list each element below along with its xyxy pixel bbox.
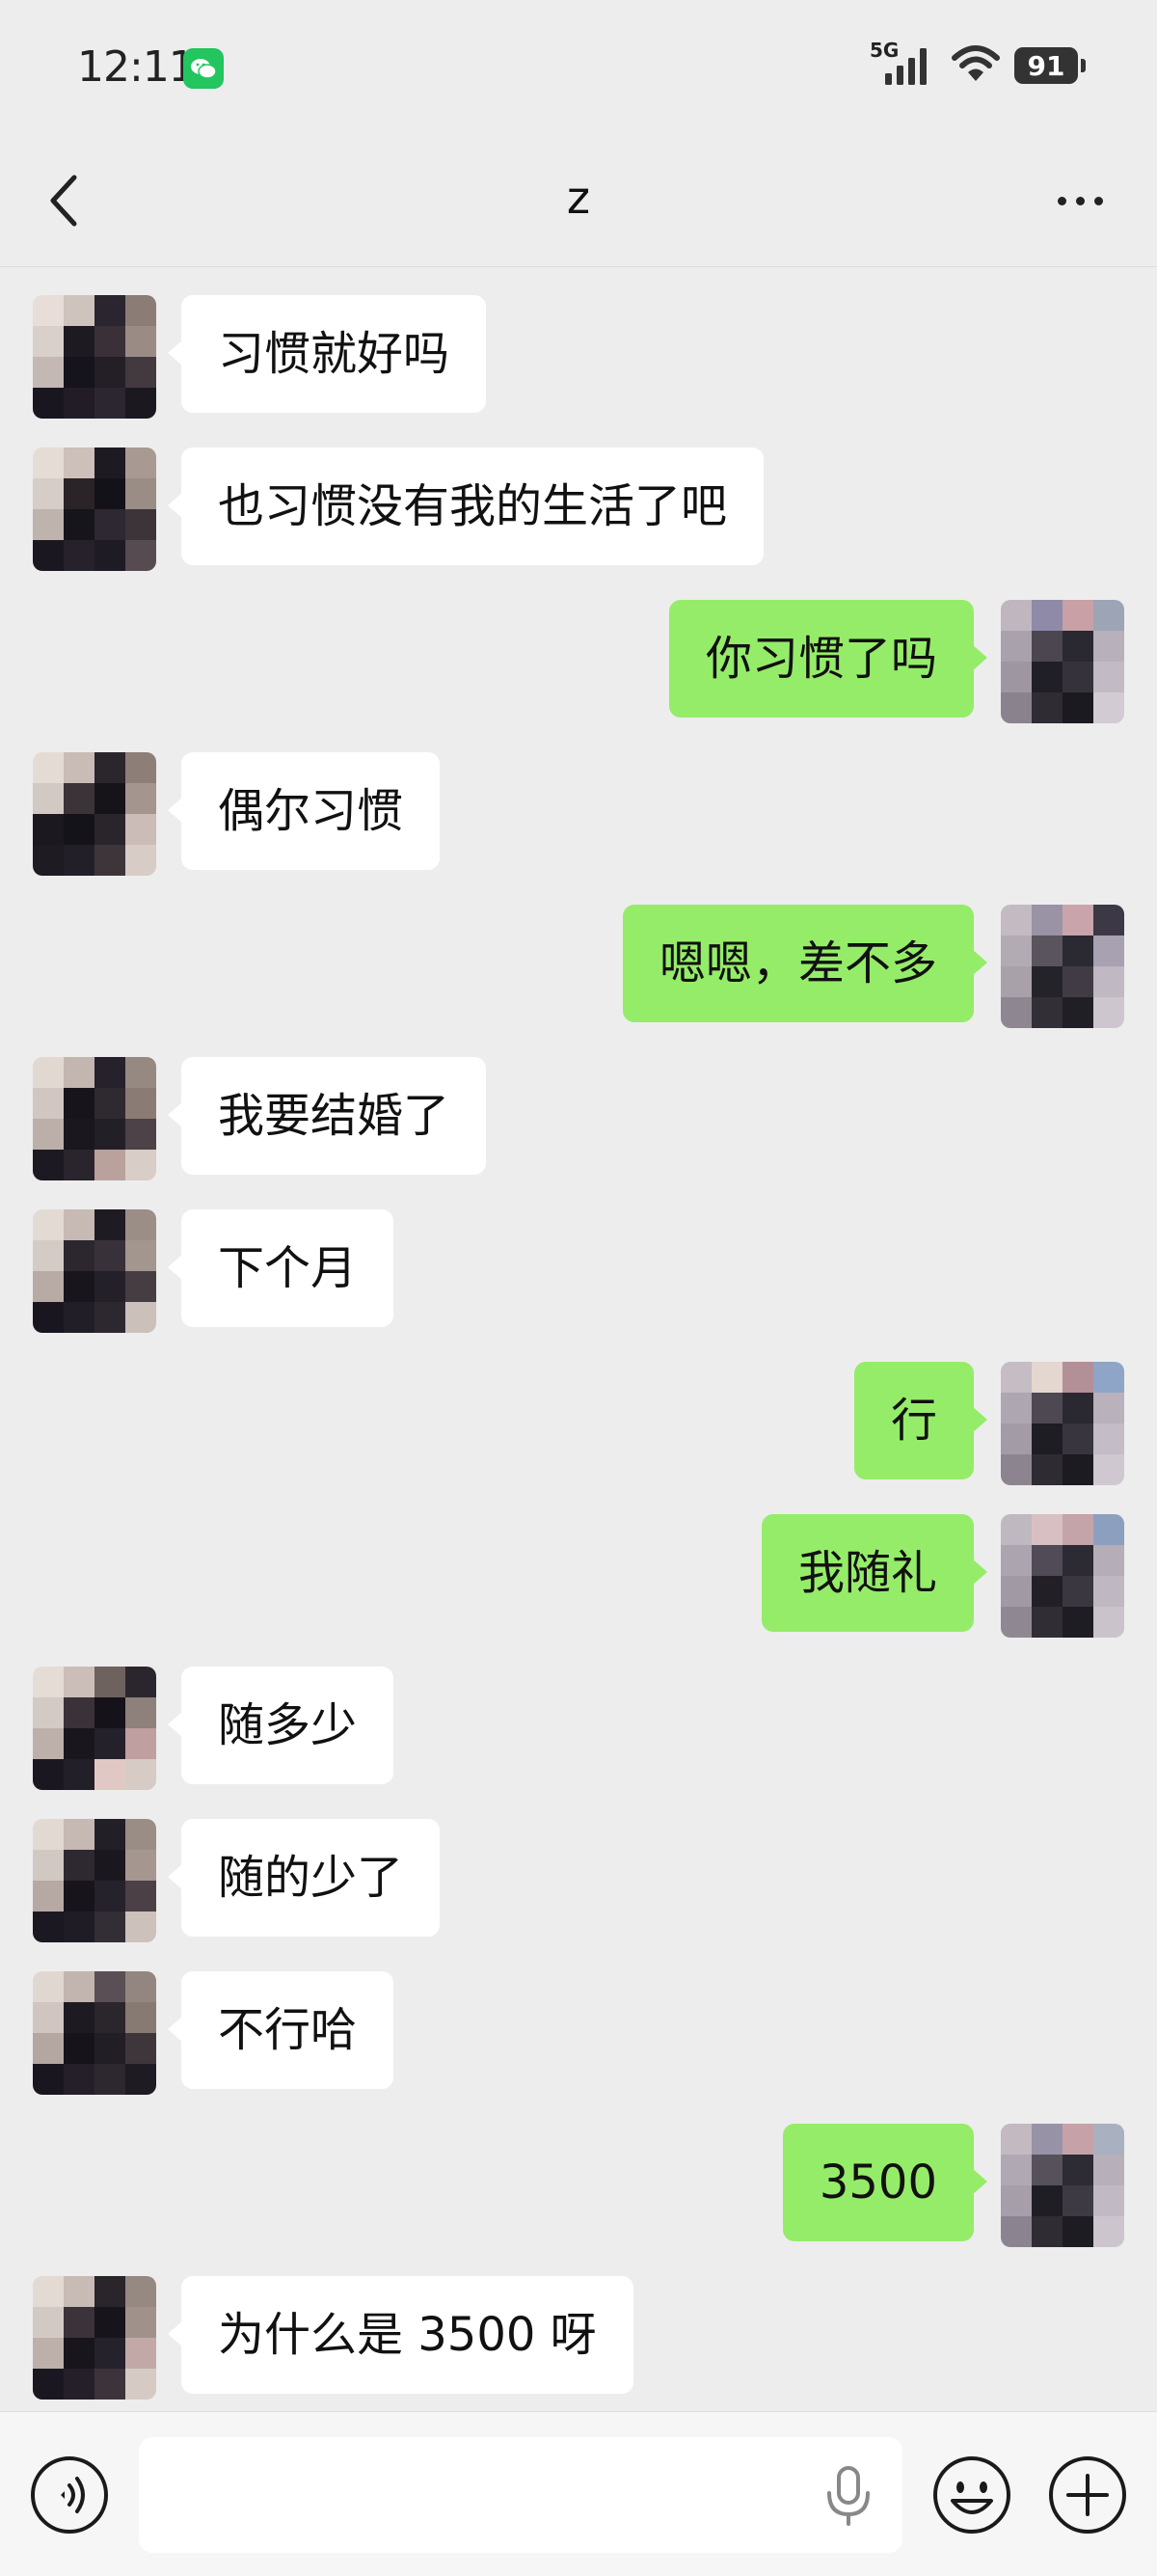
- contact-avatar[interactable]: [33, 1209, 156, 1333]
- plus-icon: [1049, 2456, 1126, 2534]
- message-row: 3500: [0, 2124, 1157, 2249]
- status-bar: 12:11 5G 91: [0, 0, 1157, 135]
- wifi-icon: [951, 44, 1001, 87]
- message-bubble[interactable]: 下个月: [167, 1209, 394, 1327]
- contact-avatar[interactable]: [33, 1819, 156, 1942]
- mic-button[interactable]: [821, 2464, 875, 2528]
- message-row: 你习惯了吗: [0, 600, 1157, 725]
- contact-avatar[interactable]: [33, 1667, 156, 1790]
- my-avatar[interactable]: [1001, 905, 1124, 1028]
- message-bubble[interactable]: 习惯就好吗: [167, 295, 487, 413]
- contact-avatar[interactable]: [33, 2276, 156, 2400]
- voice-icon: [31, 2456, 108, 2534]
- message-bubble[interactable]: 3500: [782, 2124, 988, 2241]
- wechat-notification-icon: [183, 48, 224, 89]
- my-avatar[interactable]: [1001, 1362, 1124, 1485]
- more-functions-button[interactable]: [1047, 2454, 1128, 2535]
- cellular-signal-icon: 5G: [870, 39, 937, 87]
- message-bubble[interactable]: 偶尔习惯: [167, 752, 441, 870]
- chat-header: z: [0, 135, 1157, 267]
- message-row: 为什么是 3500 呀: [0, 2276, 1157, 2401]
- chat-input-bar: [0, 2411, 1157, 2576]
- mic-icon: [827, 2466, 870, 2526]
- message-row: 不行哈: [0, 1971, 1157, 2097]
- message-row: 随的少了: [0, 1819, 1157, 1944]
- emoji-icon: [933, 2456, 1010, 2534]
- message-row: 嗯嗯，差不多: [0, 905, 1157, 1030]
- message-bubble[interactable]: 随多少: [167, 1667, 394, 1784]
- message-bubble[interactable]: 嗯嗯，差不多: [622, 905, 988, 1022]
- message-bubble[interactable]: 不行哈: [167, 1971, 394, 2089]
- message-row: 随多少: [0, 1667, 1157, 1792]
- contact-avatar[interactable]: [33, 447, 156, 571]
- message-bubble[interactable]: 我要结婚了: [167, 1057, 487, 1175]
- contact-avatar[interactable]: [33, 295, 156, 419]
- back-button[interactable]: [35, 168, 93, 233]
- emoji-button[interactable]: [931, 2454, 1012, 2535]
- contact-avatar[interactable]: [33, 1971, 156, 2095]
- message-row: 我要结婚了: [0, 1057, 1157, 1182]
- contact-avatar[interactable]: [33, 752, 156, 876]
- more-options-button[interactable]: [1041, 170, 1118, 231]
- contact-avatar[interactable]: [33, 1057, 156, 1180]
- message-bubble[interactable]: 行: [853, 1362, 988, 1479]
- message-row: 偶尔习惯: [0, 752, 1157, 878]
- status-icons: 5G 91: [870, 39, 1086, 87]
- chat-title: z: [566, 172, 591, 224]
- message-bubble[interactable]: 我随礼: [761, 1514, 988, 1632]
- my-avatar[interactable]: [1001, 1514, 1124, 1638]
- message-input[interactable]: [139, 2437, 902, 2553]
- my-avatar[interactable]: [1001, 600, 1124, 723]
- message-bubble[interactable]: 也习惯没有我的生活了吧: [167, 447, 765, 565]
- voice-mode-button[interactable]: [29, 2454, 110, 2535]
- message-bubble[interactable]: 你习惯了吗: [668, 600, 988, 718]
- message-row: 也习惯没有我的生活了吧: [0, 447, 1157, 573]
- my-avatar[interactable]: [1001, 2124, 1124, 2247]
- message-row: 我随礼: [0, 1514, 1157, 1640]
- message-row: 行: [0, 1362, 1157, 1487]
- message-bubble[interactable]: 随的少了: [167, 1819, 441, 1937]
- message-list[interactable]: 习惯就好吗 也习惯没有我的生活了吧 你习惯了吗 偶尔习惯 嗯嗯，差不多 我要结婚…: [0, 266, 1157, 2411]
- message-row: 习惯就好吗: [0, 295, 1157, 420]
- message-row: 下个月: [0, 1209, 1157, 1335]
- more-dots-icon: [1057, 196, 1066, 205]
- status-time: 12:11: [77, 42, 196, 92]
- message-bubble[interactable]: 为什么是 3500 呀: [168, 2276, 633, 2394]
- battery-indicator: 91: [1014, 47, 1086, 84]
- chevron-left-icon: [50, 175, 77, 227]
